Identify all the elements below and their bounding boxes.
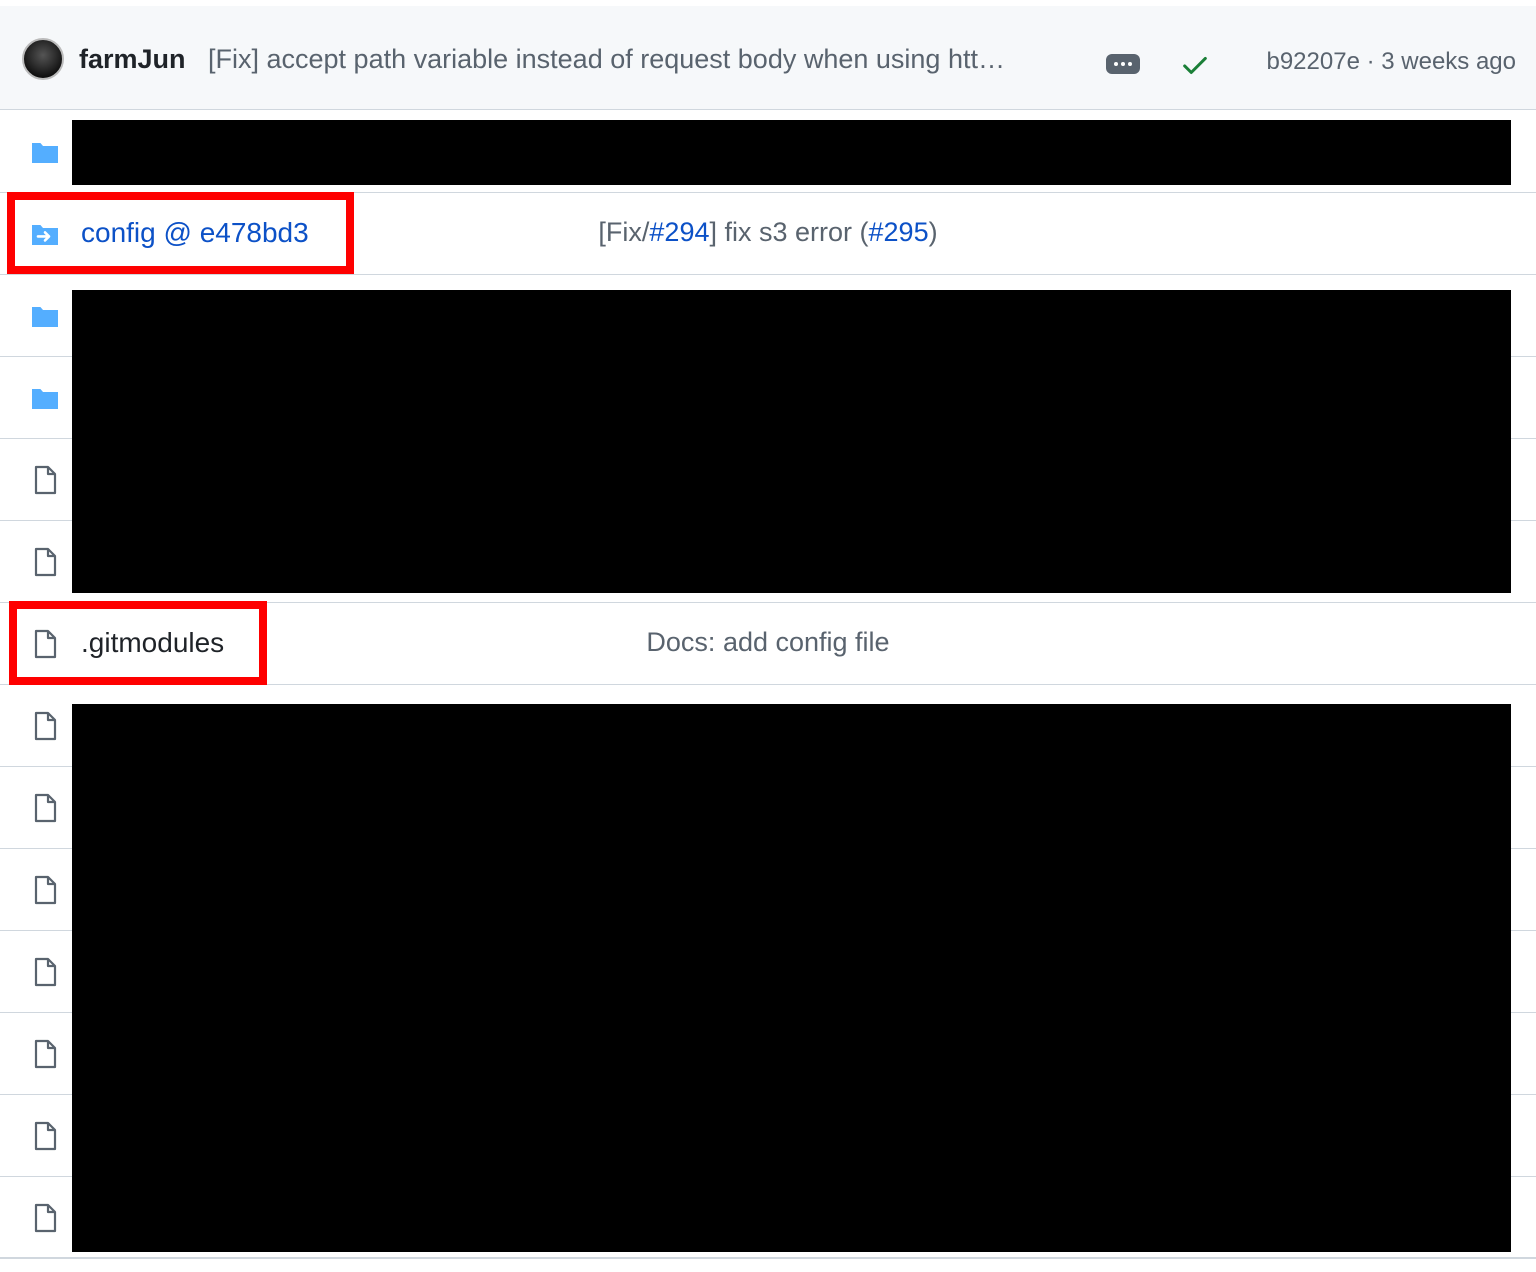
- file-icon: [34, 793, 57, 823]
- message-text: [Fix/: [598, 217, 650, 247]
- file-icon: [34, 875, 57, 905]
- latest-commit-bar: farmJun [Fix] accept path variable inste…: [0, 6, 1536, 110]
- avatar[interactable]: [22, 38, 64, 80]
- message-text: ] fix s3 error (: [709, 217, 869, 247]
- message-text: ): [928, 217, 938, 247]
- pr-link[interactable]: #295: [869, 217, 929, 247]
- file-icon: [34, 1121, 57, 1151]
- file-icon: [34, 547, 57, 577]
- commit-author[interactable]: farmJun: [79, 44, 186, 75]
- folder-icon: [32, 389, 58, 409]
- expand-commit-button[interactable]: [1106, 54, 1140, 74]
- issue-link[interactable]: #294: [649, 217, 709, 247]
- file-icon: [34, 465, 57, 495]
- highlight-box: [9, 601, 267, 685]
- highlight-box: [7, 192, 354, 274]
- redaction-block: [72, 290, 1511, 593]
- file-icon: [34, 1203, 57, 1233]
- file-icon: [34, 957, 57, 987]
- check-icon[interactable]: [1180, 50, 1210, 80]
- folder-icon: [32, 307, 58, 327]
- folder-icon: [32, 143, 58, 163]
- file-icon: [34, 1039, 57, 1069]
- redaction-block: [72, 704, 1511, 1252]
- redaction-block: [72, 120, 1511, 185]
- commit-message[interactable]: [Fix] accept path variable instead of re…: [208, 44, 1070, 75]
- commit-sha-time[interactable]: b92207e · 3 weeks ago: [1266, 48, 1516, 76]
- file-icon: [34, 711, 57, 741]
